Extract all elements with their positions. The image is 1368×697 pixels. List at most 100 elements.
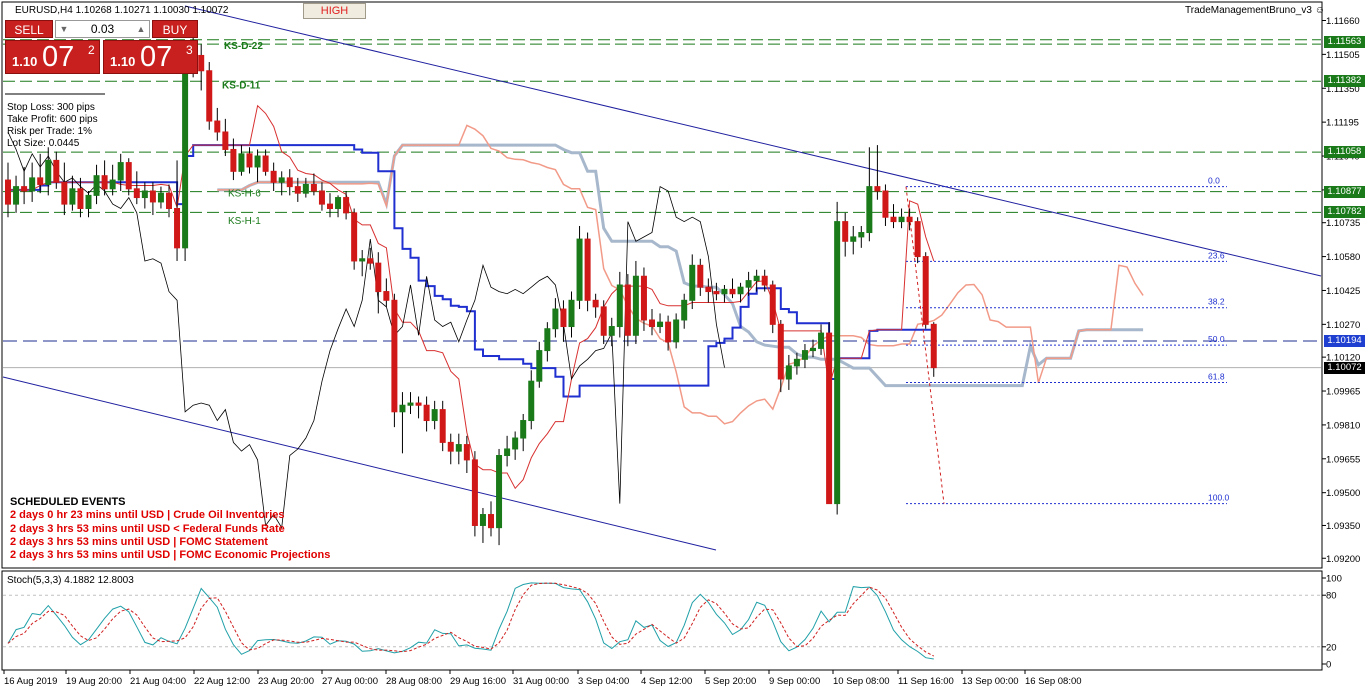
price-tick-label: 1.09500 — [1326, 488, 1360, 499]
bear-candle — [423, 404, 430, 422]
sell-button[interactable]: SELL — [5, 20, 53, 38]
bear-candle — [624, 284, 631, 336]
price-tag: 1.10782 — [1324, 206, 1365, 219]
price-tick-label: 1.09200 — [1326, 554, 1360, 565]
expert-advisor-name: TradeManagementBruno_v3 ☺ — [1185, 5, 1325, 16]
bull-candle — [528, 380, 535, 422]
bear-candle — [930, 323, 937, 369]
bear-candle — [697, 264, 704, 288]
bull-candle — [544, 328, 551, 352]
fib-level-label: 38.2 — [1208, 297, 1225, 307]
bear-candle — [37, 177, 44, 185]
price-tag: 1.11382 — [1324, 75, 1365, 88]
lot-size-value[interactable]: 0.03 — [91, 22, 114, 36]
bear-candle — [166, 192, 172, 209]
symbol-title: EURUSD,H4 1.10268 1.10271 1.10030 1.1007… — [15, 5, 229, 16]
scheduled-events-title: SCHEDULED EVENTS — [10, 496, 126, 508]
time-tick-label: 16 Aug 2019 — [4, 676, 57, 687]
stochastic-label: Stoch(5,3,3) 4.1882 12.8003 — [7, 575, 134, 586]
bear-candle — [246, 153, 253, 168]
lot-decrease-icon[interactable]: ▼ — [58, 21, 70, 37]
time-tick-label: 4 Sep 12:00 — [641, 676, 692, 687]
fib-level-label: 50.0 — [1208, 334, 1225, 344]
time-tick-label: 16 Sep 08:00 — [1025, 676, 1082, 687]
bear-candle — [198, 54, 205, 72]
bear-candle — [77, 188, 84, 209]
price-tag: 1.11058 — [1324, 146, 1365, 159]
price-tick-label: 1.10425 — [1326, 286, 1360, 297]
bear-candle — [318, 190, 325, 205]
bull-candle — [238, 153, 245, 172]
price-axis: 1.116601.115051.113501.111951.110401.108… — [1322, 16, 1360, 565]
bear-candle — [294, 186, 301, 194]
bull-candle — [93, 175, 100, 196]
senkou-a-line — [217, 124, 1144, 425]
stop-loss-text: Stop Loss: 300 pips — [7, 102, 95, 113]
time-tick-label: 11 Sep 16:00 — [898, 676, 954, 687]
price-tick-label: 1.11660 — [1326, 16, 1360, 27]
sell-price-prefix: 1.10 — [12, 54, 38, 69]
sell-price-box[interactable]: 1.10 07 2 — [5, 40, 100, 74]
risk-per-trade-text: Risk per Trade: 1% — [7, 126, 93, 137]
chart-canvas[interactable]: 1.116601.115051.113501.111951.110401.108… — [0, 0, 1368, 692]
bull-candle — [745, 280, 752, 288]
price-tag: 1.10194 — [1324, 334, 1365, 347]
price-tick-label: 1.09810 — [1326, 420, 1360, 431]
bear-candle — [133, 188, 140, 199]
stochastic-oscillator: 100 80 20 0 — [3, 574, 1342, 671]
bear-candle — [383, 291, 390, 301]
bear-candle — [125, 162, 132, 190]
time-tick-label: 31 Aug 00:00 — [513, 676, 569, 687]
bear-candle — [61, 181, 68, 205]
price-tick-label: 1.09655 — [1326, 454, 1360, 465]
price-tick-label: 1.09350 — [1326, 521, 1360, 532]
main-chart-frame — [1, 1, 1323, 569]
ichimoku-lines — [7, 104, 1144, 529]
price-tick-label: 1.10735 — [1326, 218, 1360, 229]
bear-candle — [463, 444, 470, 461]
bull-candle — [616, 284, 623, 328]
stoch-tick-label: 20 — [1326, 642, 1337, 653]
bear-candle — [471, 459, 478, 526]
chart-window[interactable]: 1.116601.115051.113501.111951.110401.108… — [0, 0, 1368, 692]
buy-price-box[interactable]: 1.10 07 3 — [103, 40, 198, 74]
bear-candle — [439, 409, 446, 443]
kijun-line — [8, 144, 934, 398]
stoch-signal-line — [7, 582, 935, 657]
senkou-b-line — [217, 143, 1144, 388]
one-click-trading-panel: SELL ▼ 0.03 ▲ BUY 1.10 07 2 1.10 07 3 — [5, 20, 198, 76]
bull-candle — [109, 179, 116, 190]
bull-candle — [520, 420, 527, 439]
bear-candle — [5, 179, 11, 205]
bear-candle — [914, 221, 921, 258]
scheduled-events-panel: SCHEDULED EVENTS 2 days 0 hr 23 mins unt… — [10, 496, 330, 562]
bear-candle — [351, 212, 358, 262]
bull-candle — [632, 275, 639, 336]
buy-button[interactable]: BUY — [152, 20, 198, 38]
price-tick-label: 1.09965 — [1326, 387, 1360, 398]
bear-candle — [206, 70, 213, 122]
price-tick-label: 1.10270 — [1326, 320, 1360, 331]
price-tag: 1.10072 — [1324, 361, 1365, 374]
bear-candle — [230, 148, 237, 172]
bull-candle — [335, 197, 342, 209]
bull-candle — [479, 514, 486, 526]
bull-candle — [455, 444, 462, 452]
bull-candle — [689, 264, 696, 301]
bear-candle — [649, 319, 655, 328]
lot-size-input[interactable]: ▼ 0.03 ▲ — [55, 20, 150, 38]
bull-candle — [399, 404, 406, 413]
event-item: 2 days 3 hrs 53 mins until USD | FOMC St… — [10, 535, 268, 548]
bear-candle — [584, 238, 591, 301]
lot-increase-icon[interactable]: ▲ — [135, 21, 147, 37]
bear-candle — [149, 190, 156, 203]
bull-candle — [69, 188, 76, 205]
bull-candle — [85, 194, 92, 209]
bull-candle — [512, 437, 519, 450]
bull-candle — [496, 455, 503, 529]
high-button[interactable]: HIGH — [303, 3, 366, 19]
bear-candle — [665, 321, 672, 343]
bear-candle — [53, 159, 60, 183]
event-item: 2 days 3 hrs 53 mins until USD < Federal… — [10, 522, 285, 535]
price-tag: 1.11563 — [1324, 35, 1365, 48]
